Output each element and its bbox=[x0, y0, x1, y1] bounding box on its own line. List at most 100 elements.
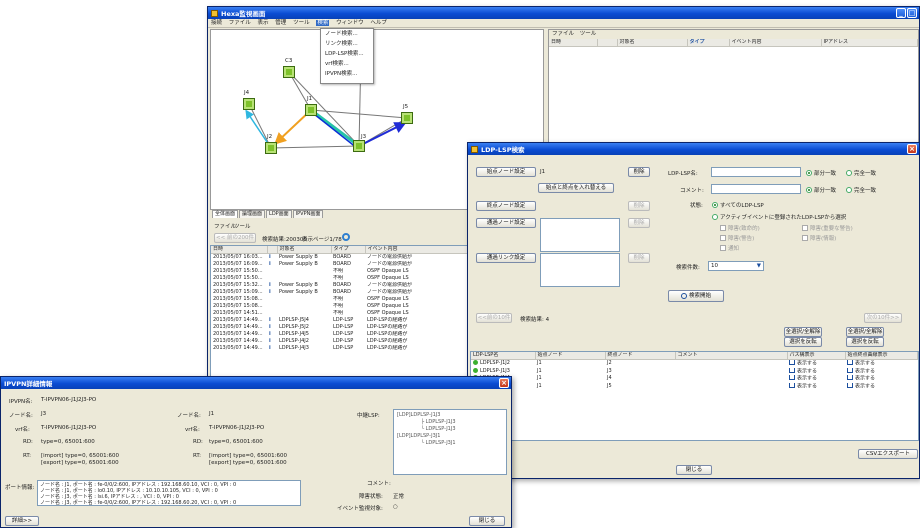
select-all-button-1[interactable]: 全選択/全解除 bbox=[784, 327, 822, 337]
result-header-curve[interactable]: 始点終点曲線表示 bbox=[845, 352, 918, 360]
right-header-event[interactable]: イベント内容 bbox=[729, 39, 822, 47]
detail-button[interactable]: 詳細>> bbox=[5, 516, 39, 526]
tab-overall[interactable]: 全体画面 bbox=[212, 210, 239, 218]
check-critical[interactable]: 障害(致命的) bbox=[720, 224, 760, 232]
result-row[interactable]: LDPLSP-J1J4J1J4表示する表示する bbox=[471, 375, 918, 383]
result-row[interactable]: LDPLSP-J1J2 J1 J2 表示する 表示する bbox=[471, 359, 918, 368]
right-header-type[interactable]: タイプ bbox=[687, 39, 730, 47]
minimize-button[interactable]: _ bbox=[896, 8, 906, 18]
log-menu-file[interactable]: ファイル bbox=[214, 222, 236, 230]
log-menu-tool[interactable]: ツール bbox=[234, 222, 251, 230]
show-checkbox[interactable]: 表示する bbox=[787, 375, 845, 383]
log-header-type[interactable]: タイプ bbox=[331, 246, 366, 254]
node-c3[interactable] bbox=[283, 66, 295, 78]
log-prev-button[interactable]: << 前の200件 bbox=[214, 233, 256, 243]
check-warning[interactable]: 障害(警告) bbox=[720, 234, 754, 242]
show-checkbox[interactable]: 表示する bbox=[787, 367, 845, 376]
lsp-name-input[interactable] bbox=[711, 167, 801, 177]
tree-item-5[interactable]: └ LDPLSP-J3J1 bbox=[397, 440, 503, 447]
search-start-button[interactable]: 検索開始 bbox=[668, 290, 724, 302]
result-header-comment[interactable]: コメント bbox=[675, 352, 788, 360]
swap-button[interactable]: 始点と終点を入れ替える bbox=[538, 183, 614, 193]
ipvpn-close-icon[interactable]: × bbox=[499, 378, 509, 388]
tree-item-3[interactable]: └ LDPLSP-J1J3 bbox=[397, 426, 503, 433]
start-delete-button[interactable]: 削除 bbox=[628, 167, 650, 177]
count-select[interactable]: 10 ▼ bbox=[708, 261, 764, 271]
menu-tool[interactable]: ツール bbox=[293, 20, 310, 26]
show-checkbox[interactable]: 表示する bbox=[787, 359, 845, 368]
menu-manage[interactable]: 管理 bbox=[275, 20, 286, 26]
relay-lsp-tree[interactable]: [LDP]LDPLSP-J1J3 ├ LDPLSP-J1J3 └ LDPLSP-… bbox=[393, 409, 507, 475]
menu-ldp-search[interactable]: LDP-LSP検索... bbox=[325, 49, 373, 59]
node-j3[interactable] bbox=[353, 140, 365, 152]
via-link-button[interactable]: 通過リンク設定 bbox=[476, 253, 536, 263]
right-header-date[interactable]: 日時 bbox=[549, 39, 598, 47]
node-j4[interactable] bbox=[243, 98, 255, 110]
show-checkbox[interactable]: 表示する bbox=[787, 382, 845, 391]
end-delete-button[interactable]: 削除 bbox=[628, 201, 650, 211]
result-header-start[interactable]: 始点ノード bbox=[535, 352, 606, 360]
menu-connect[interactable]: 接続 bbox=[211, 20, 222, 26]
menu-window[interactable]: ウィンドウ bbox=[336, 20, 364, 26]
result-row[interactable]: LDPLSP-J1J5J1J5表示する表示する bbox=[471, 382, 918, 391]
name-partial-radio[interactable]: 部分一致 bbox=[806, 169, 836, 177]
result-header-path[interactable]: パス構表示 bbox=[787, 352, 846, 360]
comment-exact-radio[interactable]: 完全一致 bbox=[846, 186, 876, 194]
select-reverse-button-2[interactable]: 選択を反転 bbox=[846, 337, 884, 347]
right-header-ip[interactable]: IPアドレス bbox=[821, 39, 918, 47]
via-node-delete-button[interactable]: 削除 bbox=[628, 218, 650, 228]
ldp-close-button[interactable]: 閉じる bbox=[676, 465, 712, 475]
menu-link-search[interactable]: リンク検索... bbox=[325, 39, 373, 49]
right-header-flag[interactable] bbox=[597, 39, 618, 47]
check-info[interactable]: 障害(情報) bbox=[802, 234, 836, 242]
check-major[interactable]: 障害(重要な警告) bbox=[802, 224, 853, 232]
menu-vrf-search[interactable]: vrf検索... bbox=[325, 59, 373, 69]
via-node-list[interactable] bbox=[540, 218, 620, 252]
tab-ldp[interactable]: LDP画面 bbox=[266, 210, 292, 218]
show-checkbox[interactable]: 表示する bbox=[845, 382, 918, 391]
end-node-button[interactable]: 終点ノード設定 bbox=[476, 201, 536, 211]
show-checkbox[interactable]: 表示する bbox=[845, 375, 918, 383]
maximize-button[interactable]: □ bbox=[907, 8, 917, 18]
menu-file[interactable]: ファイル bbox=[229, 20, 251, 26]
menu-ipvpn-search[interactable]: IPVPN検索... bbox=[325, 69, 373, 79]
tree-item-4[interactable]: [LDP]LDPLSP-J3J1 bbox=[397, 433, 503, 440]
menu-view[interactable]: 表示 bbox=[258, 20, 269, 26]
select-reverse-button-1[interactable]: 選択を反転 bbox=[784, 337, 822, 347]
menu-node-search[interactable]: ノード検索... bbox=[325, 29, 373, 39]
right-header-target[interactable]: 対象名 bbox=[617, 39, 688, 47]
comment-input[interactable] bbox=[711, 184, 801, 194]
ipvpn-close-button[interactable]: 閉じる bbox=[469, 516, 505, 526]
tab-ipvpn[interactable]: IPVPN画面 bbox=[292, 210, 324, 218]
start-node-button[interactable]: 始点ノード設定 bbox=[476, 167, 536, 177]
log-header-date[interactable]: 日時 bbox=[211, 246, 268, 254]
state-active-radio[interactable]: アクティブイベントに登録されたLDP-LSPから選択 bbox=[712, 213, 846, 221]
select-all-button-2[interactable]: 全選択/全解除 bbox=[846, 327, 884, 337]
node-j1[interactable] bbox=[305, 104, 317, 116]
right-menu-file[interactable]: ファイル bbox=[552, 31, 574, 37]
prev-10-button[interactable]: <<前の10件 bbox=[476, 313, 512, 323]
log-header-flag[interactable] bbox=[267, 246, 278, 254]
result-header-name[interactable]: LDP-LSP名 bbox=[471, 352, 536, 360]
comment-partial-radio[interactable]: 部分一致 bbox=[806, 186, 836, 194]
port-info-list[interactable]: ノード名 : J1, ポート名 : fe-0/0/2:600, IPアドレス :… bbox=[37, 480, 301, 506]
menu-search[interactable]: 検索 bbox=[316, 20, 330, 26]
show-checkbox[interactable]: 表示する bbox=[845, 367, 918, 376]
check-notice[interactable]: 通知 bbox=[720, 244, 739, 252]
log-header-target[interactable]: 対象名 bbox=[277, 246, 332, 254]
ldp-close-icon[interactable]: × bbox=[907, 144, 917, 154]
state-all-radio[interactable]: すべてのLDP-LSP bbox=[712, 201, 764, 209]
node-j2[interactable] bbox=[265, 142, 277, 154]
via-link-list[interactable] bbox=[540, 253, 620, 287]
via-node-button[interactable]: 通過ノード設定 bbox=[476, 218, 536, 228]
via-link-delete-button[interactable]: 削除 bbox=[628, 253, 650, 263]
csv-export-button[interactable]: CSVエクスポート bbox=[858, 449, 918, 459]
tree-item-1[interactable]: [LDP]LDPLSP-J1J3 bbox=[397, 412, 503, 419]
right-menu-tool[interactable]: ツール bbox=[580, 31, 597, 37]
show-checkbox[interactable]: 表示する bbox=[845, 359, 918, 368]
tab-logical[interactable]: 論理画面 bbox=[239, 210, 266, 218]
result-header-end[interactable]: 終点ノード bbox=[605, 352, 676, 360]
name-exact-radio[interactable]: 完全一致 bbox=[846, 169, 876, 177]
menu-help[interactable]: ヘルプ bbox=[370, 20, 387, 26]
node-j5[interactable] bbox=[401, 112, 413, 124]
